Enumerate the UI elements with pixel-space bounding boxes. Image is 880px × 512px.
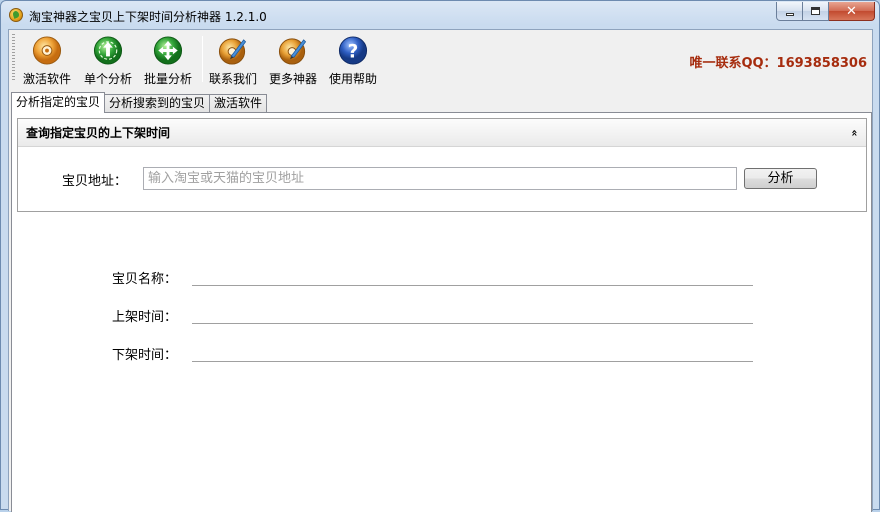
delist-time-value <box>192 361 753 362</box>
collapse-glyph: » <box>847 129 861 137</box>
close-button[interactable]: ✕ <box>829 2 875 21</box>
item-name-value <box>192 285 753 286</box>
list-time-value <box>192 323 753 324</box>
more-tools-button[interactable]: 更多神器 <box>263 33 323 87</box>
address-input[interactable] <box>143 167 737 190</box>
tab-analyze-search[interactable]: 分析搜索到的宝贝 <box>104 94 211 112</box>
more-tools-disc-icon <box>278 38 307 65</box>
app-logo-icon <box>9 8 23 22</box>
contact-qq-text: 唯一联系QQ：1693858306 <box>689 56 867 71</box>
minimize-button[interactable] <box>776 2 803 21</box>
toolbar-label: 单个分析 <box>83 72 132 86</box>
address-label: 宝贝地址： <box>62 174 128 189</box>
item-name-label: 宝贝名称： <box>112 272 178 287</box>
tab-panel: 查询指定宝贝的上下架时间 » 宝贝地址： 分析 宝贝名称： 上架时间： 下架时间… <box>11 112 872 512</box>
help-button[interactable]: ? 使用帮助 <box>323 33 383 87</box>
delist-time-label: 下架时间： <box>112 348 178 363</box>
maximize-icon <box>811 7 820 15</box>
list-time-label: 上架时间： <box>112 310 178 325</box>
svg-text:?: ? <box>348 41 359 62</box>
help-icon: ? <box>338 36 368 65</box>
minimize-icon <box>785 12 794 16</box>
activate-software-button[interactable]: 激活软件 <box>17 33 77 87</box>
batch-analysis-icon <box>153 36 183 65</box>
collapse-icon[interactable]: » <box>847 119 860 147</box>
analyze-button[interactable]: 分析 <box>744 168 817 189</box>
toolbar: 激活软件 单个分析 批量分析 联系我们 更多神器 ? 使用帮助 唯一联系QQ：1… <box>9 30 872 88</box>
toolbar-label: 更多神器 <box>268 72 317 86</box>
app-window: 淘宝神器之宝贝上下架时间分析神器 1.2.1.0 ✕ 激活软件 单个分析 批量分… <box>0 0 880 512</box>
toolbar-label: 激活软件 <box>22 72 71 86</box>
item-name-row: 宝贝名称： <box>112 268 762 288</box>
client-area: 激活软件 单个分析 批量分析 联系我们 更多神器 ? 使用帮助 唯一联系QQ：1… <box>8 29 873 512</box>
contact-disc-icon <box>218 38 247 65</box>
close-icon: ✕ <box>846 3 857 19</box>
query-group-header[interactable]: 查询指定宝贝的上下架时间 » <box>18 119 866 147</box>
window-controls: ✕ <box>776 2 875 21</box>
window-title: 淘宝神器之宝贝上下架时间分析神器 1.2.1.0 <box>29 10 267 24</box>
query-group-title: 查询指定宝贝的上下架时间 <box>26 126 171 140</box>
single-analysis-button[interactable]: 单个分析 <box>78 33 138 87</box>
toolbar-label: 使用帮助 <box>328 72 377 86</box>
delist-time-row: 下架时间： <box>112 344 762 364</box>
toolbar-label: 批量分析 <box>143 72 192 86</box>
single-analysis-icon <box>93 36 123 65</box>
title-bar[interactable]: 淘宝神器之宝贝上下架时间分析神器 1.2.1.0 ✕ <box>1 1 879 29</box>
maximize-button[interactable] <box>803 2 829 21</box>
contact-us-button[interactable]: 联系我们 <box>203 33 263 87</box>
batch-analysis-button[interactable]: 批量分析 <box>138 33 198 87</box>
tab-strip: 分析指定的宝贝 分析搜索到的宝贝 激活软件 <box>11 92 268 113</box>
tab-analyze-specific[interactable]: 分析指定的宝贝 <box>11 92 106 113</box>
activate-disc-icon <box>32 36 62 65</box>
query-group: 查询指定宝贝的上下架时间 » 宝贝地址： 分析 <box>17 118 867 212</box>
toolbar-grip[interactable] <box>12 34 15 82</box>
toolbar-label: 联系我们 <box>208 72 257 86</box>
tab-activate[interactable]: 激活软件 <box>209 94 268 112</box>
list-time-row: 上架时间： <box>112 306 762 326</box>
